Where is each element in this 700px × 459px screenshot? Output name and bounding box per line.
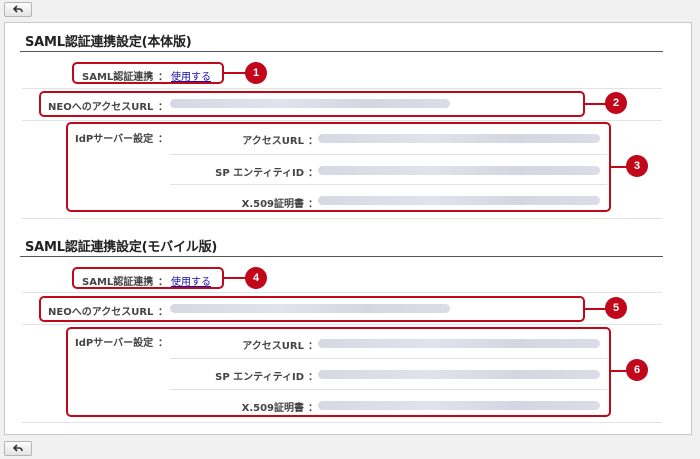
callout-box-6: [66, 327, 611, 417]
section-title: SAML認証連携設定(本体版): [25, 35, 192, 50]
callout-badge-1: 1: [245, 62, 267, 84]
callout-leader-2: [585, 103, 607, 105]
callout-leader-4: [224, 277, 246, 279]
callout-box-1: [72, 62, 224, 84]
back-button[interactable]: [4, 2, 32, 17]
callout-leader-6: [611, 370, 627, 372]
callout-box-2: [39, 91, 585, 117]
callout-box-5: [39, 296, 585, 322]
row-divider: [22, 422, 662, 423]
callout-badge-5: 5: [605, 297, 627, 319]
callout-badge-2: 2: [605, 92, 627, 114]
row-divider: [22, 218, 662, 219]
row-divider: [22, 88, 662, 89]
callout-leader-5: [585, 308, 607, 310]
back-arrow-icon: [13, 444, 23, 452]
back-arrow-icon: [13, 5, 23, 13]
row-divider: [22, 120, 662, 121]
section-divider: [20, 256, 663, 257]
section-divider: [20, 51, 663, 52]
callout-leader-3: [611, 166, 627, 168]
row-divider: [22, 324, 662, 325]
callout-box-4: [72, 267, 224, 289]
callout-box-3: [66, 122, 611, 212]
back-button-bottom[interactable]: [4, 441, 32, 456]
section-title: SAML認証連携設定(モバイル版): [25, 240, 218, 255]
callout-badge-4: 4: [245, 267, 267, 289]
callout-leader-1: [224, 72, 246, 74]
callout-badge-3: 3: [626, 155, 648, 177]
callout-badge-6: 6: [626, 359, 648, 381]
row-divider: [22, 292, 662, 293]
